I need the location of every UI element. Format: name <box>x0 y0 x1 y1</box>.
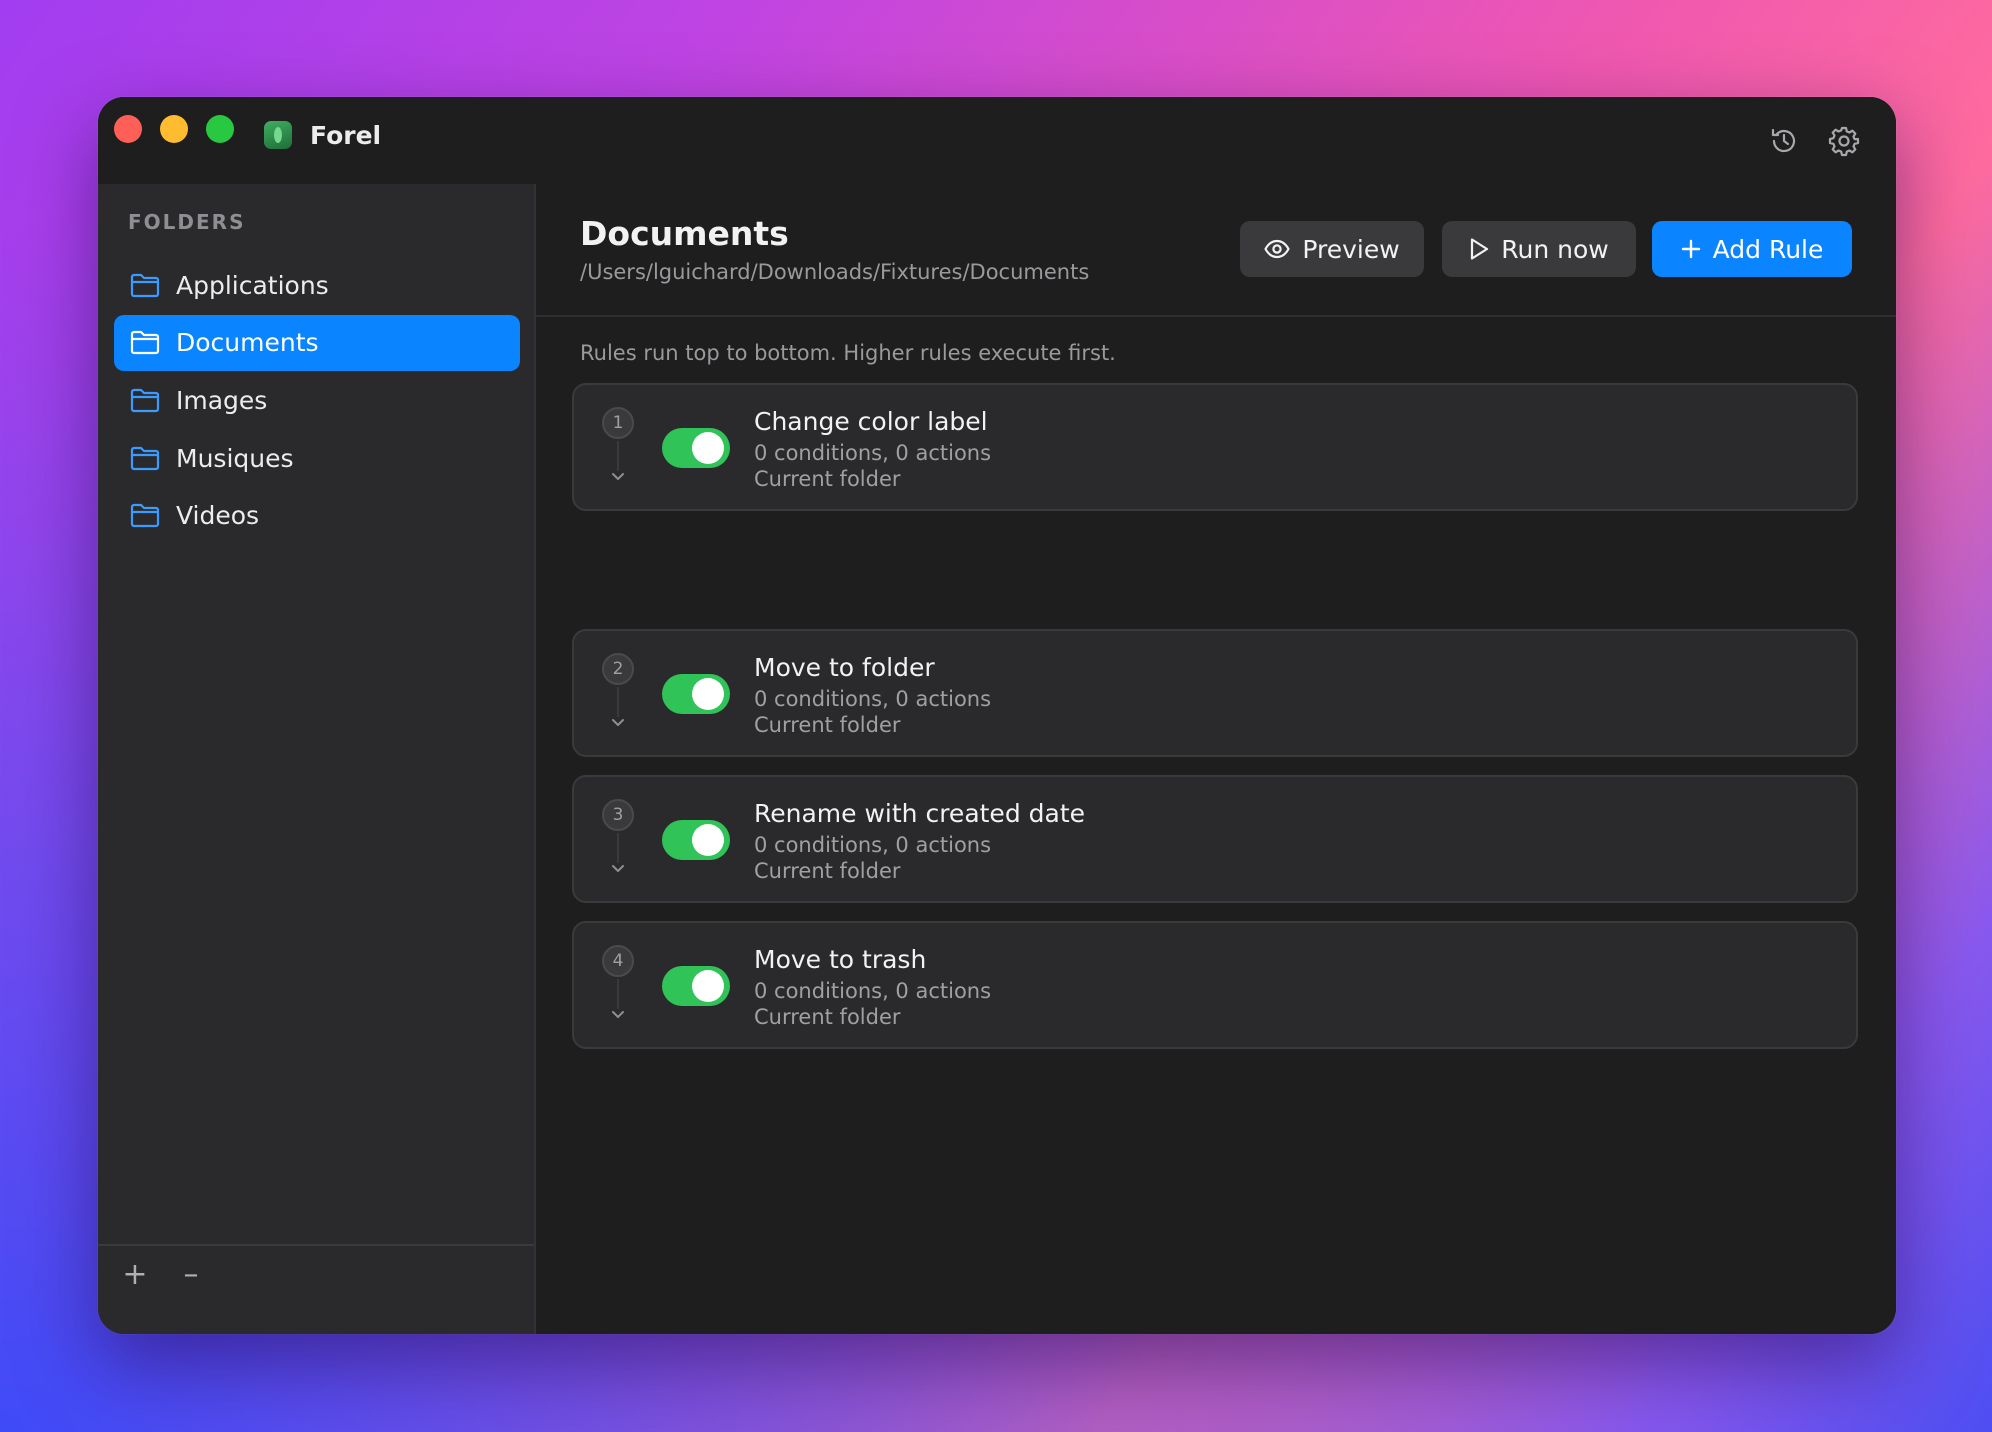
rule-card[interactable]: 3 Rename with created date 0 conditions,… <box>572 775 1858 903</box>
history-icon[interactable] <box>1768 125 1800 157</box>
main-panel: Documents /Users/lguichard/Downloads/Fix… <box>536 184 1896 1334</box>
eye-icon <box>1264 239 1290 259</box>
rule-connector <box>617 441 619 471</box>
add-rule-button[interactable]: Add Rule <box>1652 221 1852 277</box>
rule-card[interactable]: 2 Move to folder 0 conditions, 0 actions… <box>572 629 1858 757</box>
toggle-knob <box>692 432 724 464</box>
rule-scope: Current folder <box>754 1005 901 1029</box>
sidebar-item-applications[interactable]: Applications <box>114 258 520 314</box>
chevron-down-icon[interactable] <box>610 717 626 729</box>
toggle-knob <box>692 824 724 856</box>
rule-enabled-toggle[interactable] <box>662 428 730 468</box>
preview-button[interactable]: Preview <box>1240 221 1424 277</box>
sidebar-heading: FOLDERS <box>128 210 246 234</box>
chevron-down-icon[interactable] <box>610 1009 626 1021</box>
sidebar-item-label: Videos <box>176 501 260 530</box>
sidebar-item-label: Applications <box>176 271 329 300</box>
app-title: Forel <box>310 121 382 150</box>
preview-button-label: Preview <box>1302 234 1400 264</box>
gear-icon[interactable] <box>1828 125 1860 157</box>
rule-order-badge: 3 <box>602 799 634 831</box>
sidebar-item-label: Documents <box>176 328 319 357</box>
add-folder-button[interactable]: + <box>120 1260 150 1290</box>
title-bar: Forel <box>98 97 1896 184</box>
rule-enabled-toggle[interactable] <box>662 966 730 1006</box>
sidebar-footer-divider <box>98 1244 534 1246</box>
toggle-knob <box>692 970 724 1002</box>
sidebar-item-images[interactable]: Images <box>114 373 520 429</box>
run-now-button[interactable]: Run now <box>1442 221 1636 277</box>
sidebar-item-label: Musiques <box>176 444 294 473</box>
chevron-down-icon[interactable] <box>610 471 626 483</box>
folder-icon <box>130 503 160 528</box>
rule-scope: Current folder <box>754 467 901 491</box>
toggle-knob <box>692 678 724 710</box>
rule-title: Change color label <box>754 407 988 436</box>
play-icon <box>1471 238 1489 260</box>
folder-icon <box>130 273 160 298</box>
close-window-button[interactable] <box>114 115 142 143</box>
rule-scope: Current folder <box>754 713 901 737</box>
run-now-button-label: Run now <box>1501 234 1609 264</box>
rule-order-badge: 4 <box>602 945 634 977</box>
folder-icon <box>130 330 160 355</box>
plus-icon <box>1681 239 1700 259</box>
sidebar-item-documents[interactable]: Documents <box>114 315 520 371</box>
folder-path: /Users/lguichard/Downloads/Fixtures/Docu… <box>580 260 1090 284</box>
sidebar-item-musiques[interactable]: Musiques <box>114 431 520 487</box>
folder-icon <box>130 446 160 471</box>
sidebar-item-videos[interactable]: Videos <box>114 488 520 544</box>
sidebar: FOLDERS Applications Documents Images Mu… <box>98 184 536 1334</box>
rule-card[interactable]: 4 Move to trash 0 conditions, 0 actions … <box>572 921 1858 1049</box>
add-rule-button-label: Add Rule <box>1712 234 1824 264</box>
header-divider <box>536 315 1896 317</box>
app-window: Forel FOLDERS Applications Documents Ima… <box>98 97 1896 1334</box>
rule-title: Rename with created date <box>754 799 1086 828</box>
rule-title: Move to folder <box>754 653 935 682</box>
rule-card[interactable]: 1 Change color label 0 conditions, 0 act… <box>572 383 1858 511</box>
remove-folder-button[interactable]: – <box>176 1260 206 1290</box>
rule-summary: 0 conditions, 0 actions <box>754 687 992 711</box>
zoom-window-button[interactable] <box>206 115 234 143</box>
rule-connector <box>617 979 619 1009</box>
rule-order-badge: 2 <box>602 653 634 685</box>
rule-title: Move to trash <box>754 945 927 974</box>
page-title: Documents <box>580 214 789 253</box>
chevron-down-icon[interactable] <box>610 863 626 875</box>
app-logo-icon <box>264 121 292 149</box>
rule-connector <box>617 687 619 717</box>
rule-order-badge: 1 <box>602 407 634 439</box>
rule-summary: 0 conditions, 0 actions <box>754 979 992 1003</box>
sidebar-item-label: Images <box>176 386 268 415</box>
rules-order-hint: Rules run top to bottom. Higher rules ex… <box>580 341 1116 365</box>
rule-enabled-toggle[interactable] <box>662 820 730 860</box>
folder-icon <box>130 388 160 413</box>
minimize-window-button[interactable] <box>160 115 188 143</box>
rule-scope: Current folder <box>754 859 901 883</box>
rule-summary: 0 conditions, 0 actions <box>754 441 992 465</box>
rule-summary: 0 conditions, 0 actions <box>754 833 992 857</box>
rule-enabled-toggle[interactable] <box>662 674 730 714</box>
rule-connector <box>617 833 619 863</box>
